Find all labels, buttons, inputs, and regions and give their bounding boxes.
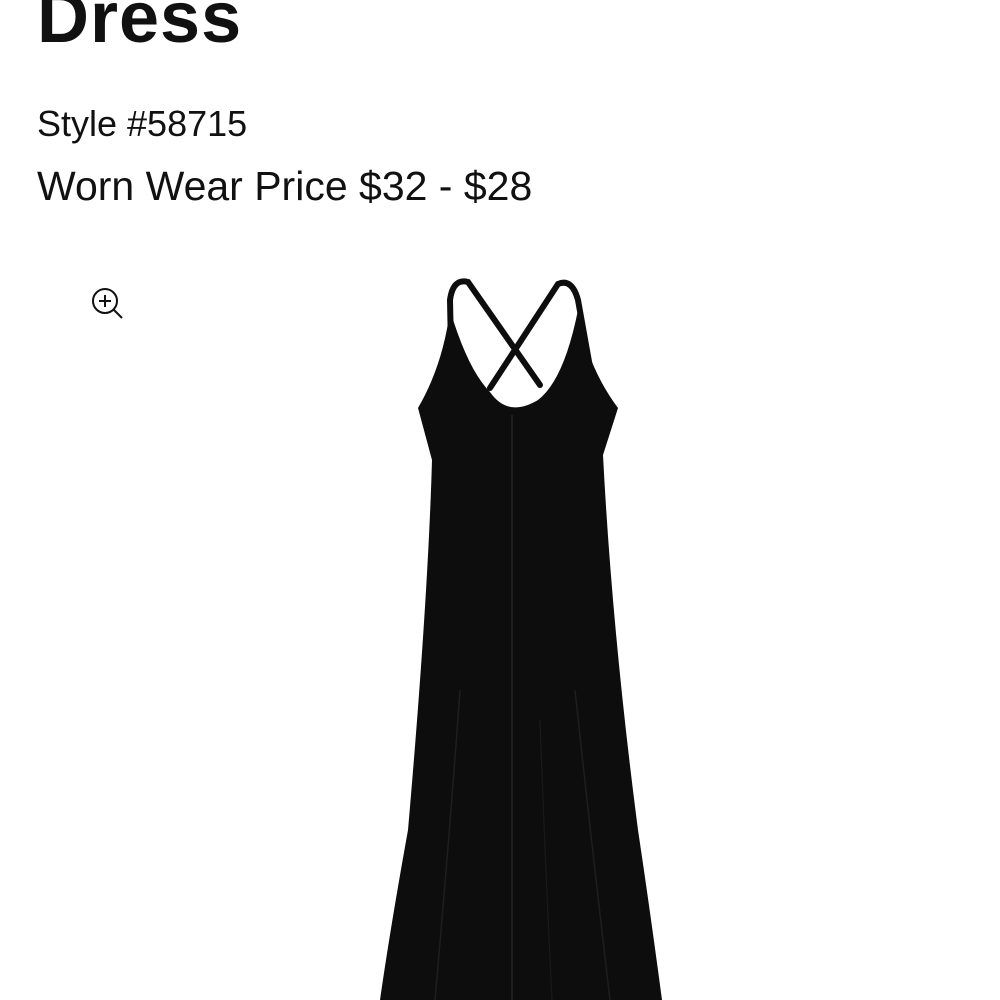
style-number: Style #58715 — [37, 103, 248, 144]
zoom-in-icon — [92, 288, 123, 319]
product-title: Dress — [37, 0, 243, 58]
product-image[interactable] — [340, 270, 700, 1000]
price-range: Worn Wear Price $32 - $28 — [37, 163, 533, 209]
dress-body — [380, 310, 662, 1000]
zoom-button[interactable] — [88, 285, 126, 323]
